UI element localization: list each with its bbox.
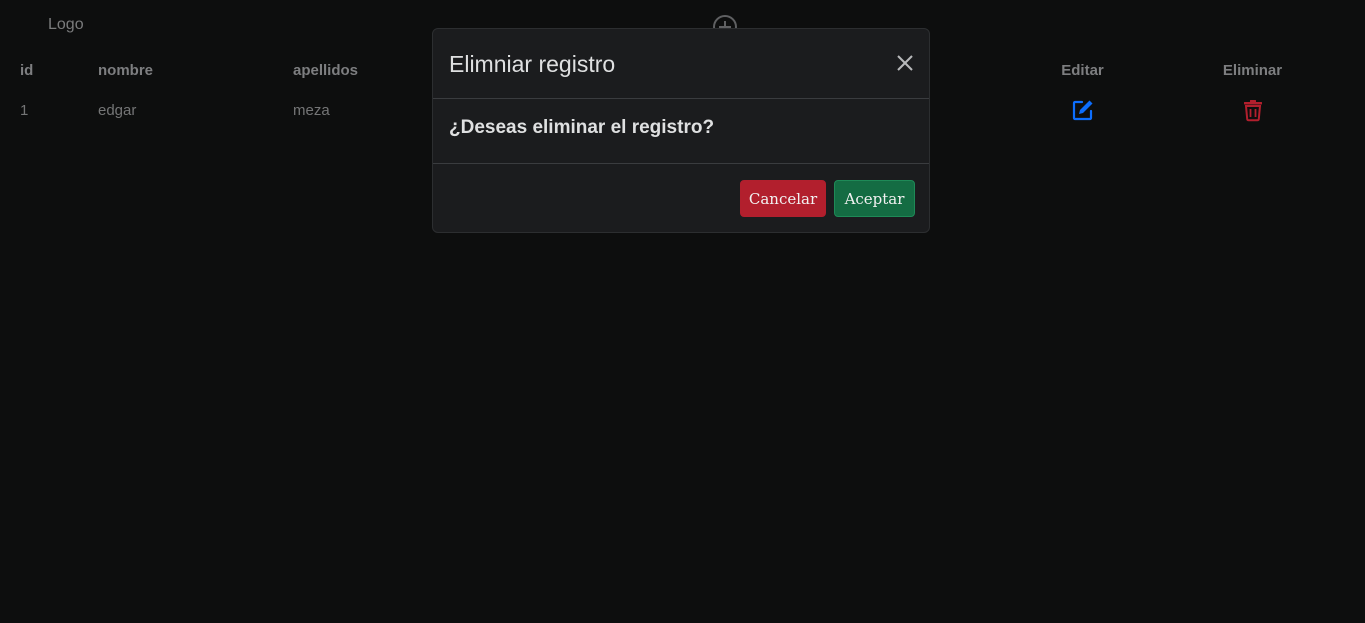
column-header-editar: Editar	[1061, 61, 1104, 79]
modal-body: ¿Deseas eliminar el registro?	[433, 99, 929, 164]
logo: Logo	[48, 16, 84, 33]
cancel-button[interactable]: Cancelar	[740, 180, 826, 217]
cell-apellidos: meza	[293, 101, 330, 119]
accept-button[interactable]: Aceptar	[834, 180, 915, 217]
edit-button[interactable]	[1071, 98, 1095, 122]
edit-icon	[1072, 100, 1092, 121]
column-header-apellidos: apellidos	[293, 61, 359, 79]
column-header-id: id	[20, 61, 34, 79]
cell-nombre: edgar	[98, 101, 137, 119]
close-button[interactable]	[895, 53, 915, 73]
modal-header: Elimniar registro	[433, 29, 929, 99]
modal-question: ¿Deseas eliminar el registro?	[449, 117, 715, 138]
close-icon	[897, 55, 913, 71]
cell-editar	[1001, 90, 1164, 130]
modal-footer: Cancelar Aceptar	[433, 164, 929, 234]
column-header-nombre: nombre	[98, 61, 154, 79]
column-header-eliminar: Eliminar	[1222, 61, 1283, 79]
page: Logo id nombre apellidos Editar Eliminar…	[0, 0, 1365, 623]
cell-id: 1	[20, 101, 29, 119]
cell-eliminar	[1164, 90, 1365, 130]
trash-icon	[1243, 100, 1262, 122]
modal-title: Elimniar registro	[449, 51, 616, 77]
delete-confirm-modal: Elimniar registro ¿Deseas eliminar el re…	[432, 28, 930, 233]
delete-button[interactable]	[1241, 98, 1265, 122]
